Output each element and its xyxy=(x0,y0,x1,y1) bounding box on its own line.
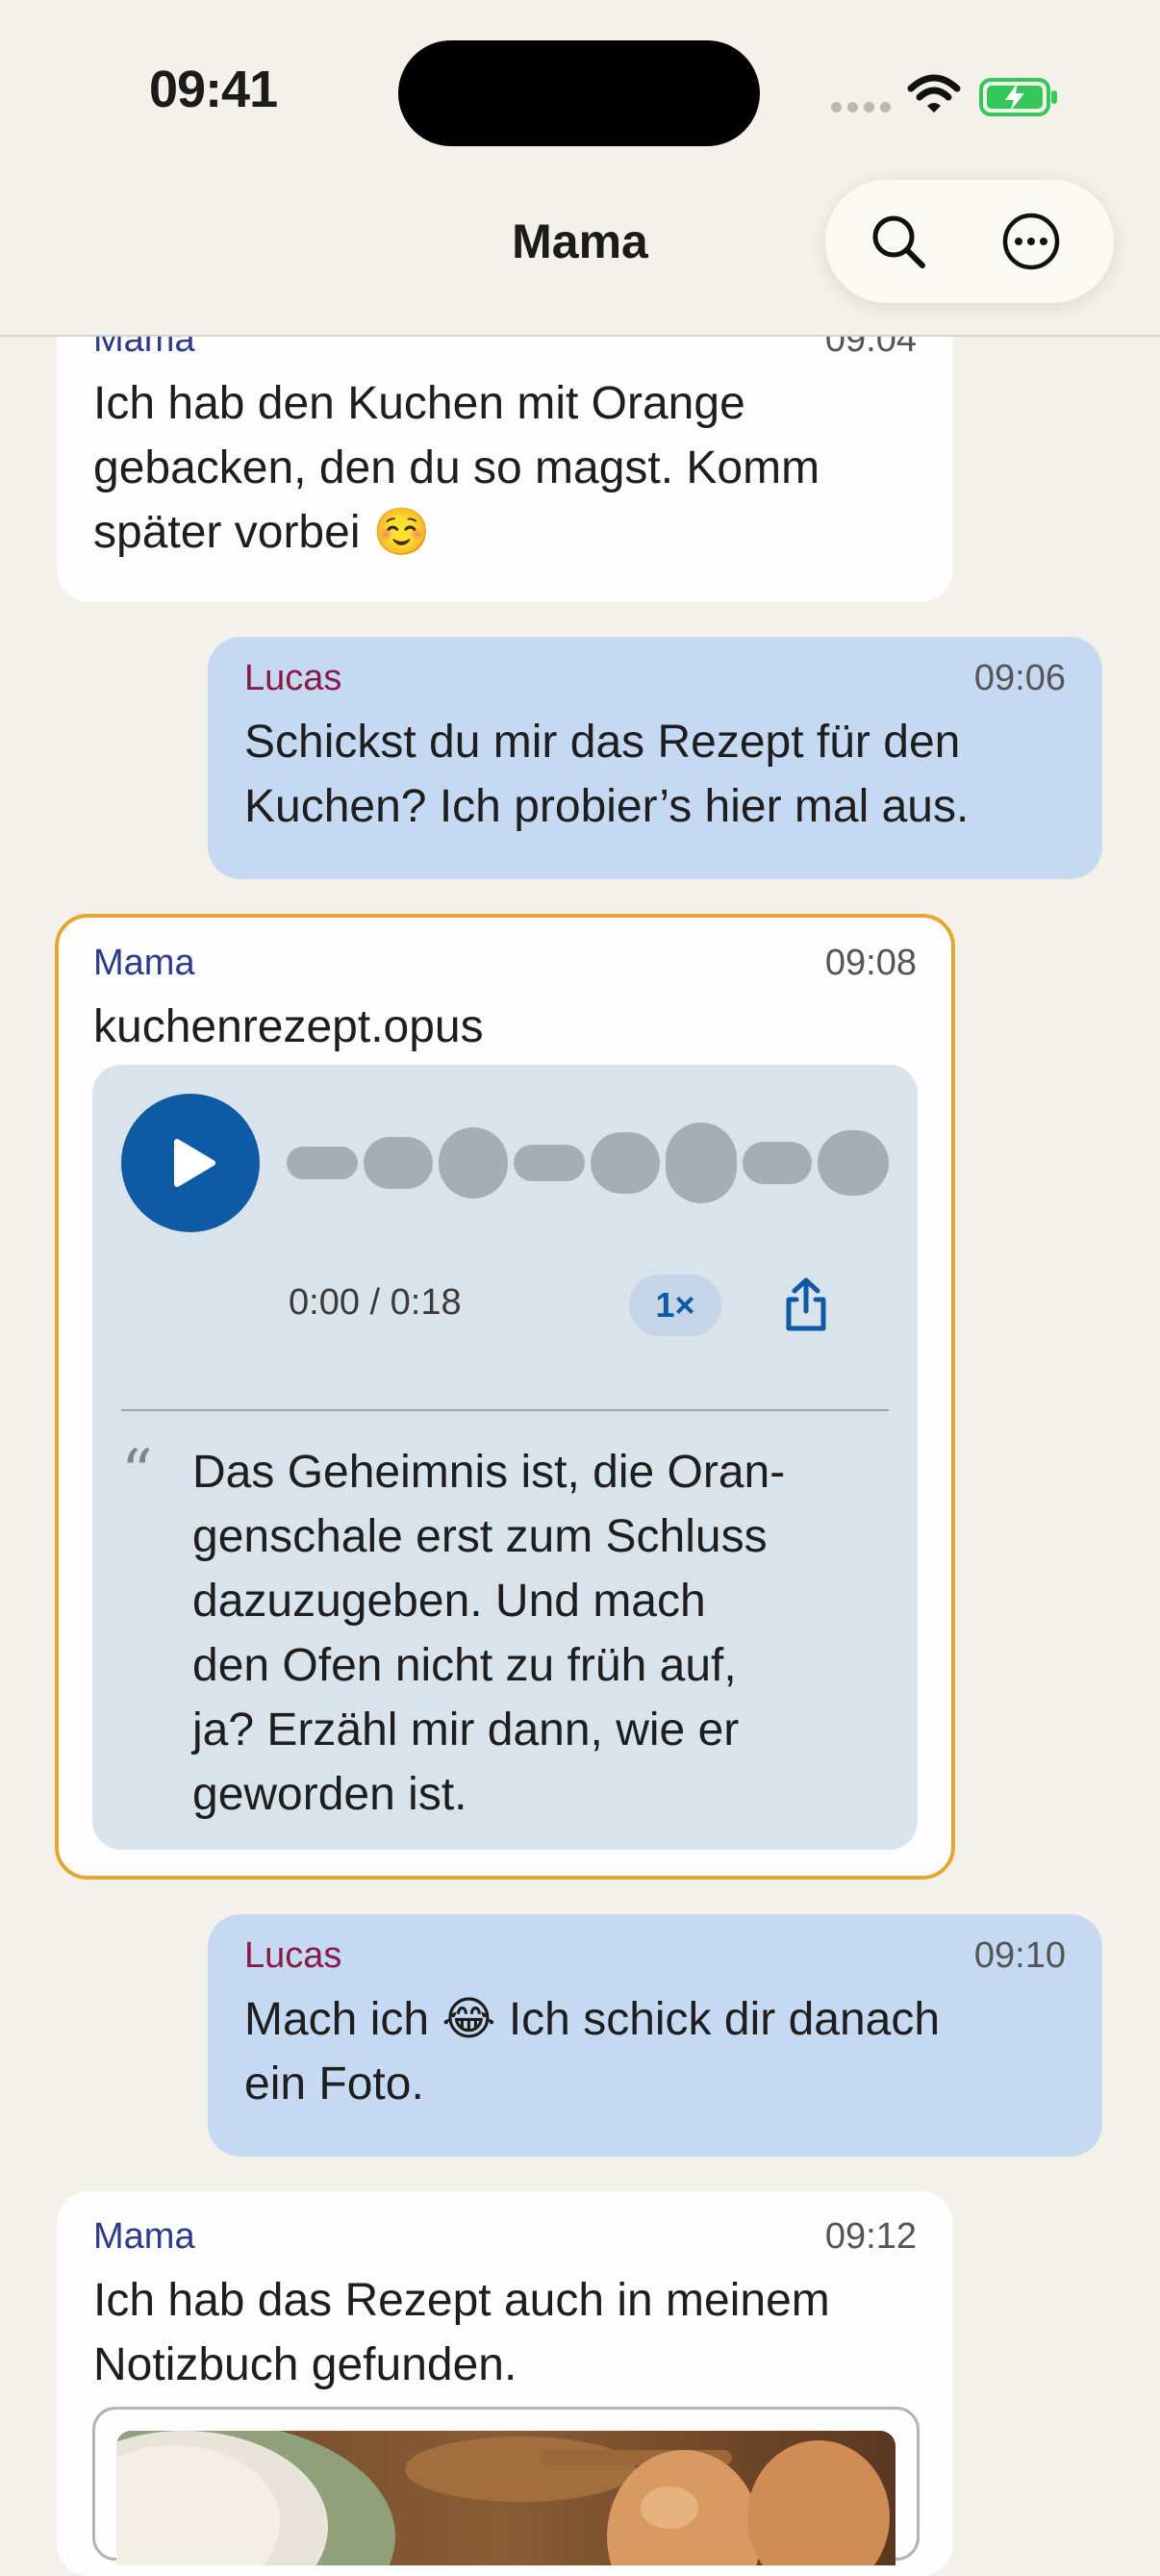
status-time: 09:41 xyxy=(149,61,278,118)
cellular-signal-icon xyxy=(831,102,891,113)
audio-filename: kuchenrezept.opus xyxy=(93,1001,484,1052)
message-line: Ich hab das Rezept auch in meinem xyxy=(93,2275,830,2326)
message-text: Schickst du mir das Rezept für den Kuche… xyxy=(244,710,969,839)
message-bubble-outgoing[interactable]: Lucas 09:10 Mach ich 😂 Ich schick dir da… xyxy=(208,1914,1102,2157)
transcript-line: geworden ist. xyxy=(192,1769,467,1820)
transcript-line: ja? Erzähl mir dann, wie er xyxy=(192,1705,740,1755)
message-line: später vorbei ☺️ xyxy=(93,507,431,558)
more-button[interactable] xyxy=(995,205,1068,278)
message-time: 09:08 xyxy=(824,943,917,983)
search-button[interactable] xyxy=(862,205,935,278)
message-bubble-outgoing[interactable]: Lucas 09:06 Schickst du mir das Rezept f… xyxy=(208,637,1102,879)
sender-name: Mama xyxy=(93,943,195,983)
photo-attachment[interactable] xyxy=(92,2407,920,2565)
header-actions xyxy=(825,180,1114,303)
dynamic-island xyxy=(398,40,760,146)
status-bar: 09:41 xyxy=(0,0,1160,183)
waveform-bar xyxy=(743,1142,812,1184)
message-time: 09:06 xyxy=(973,658,1066,698)
waveform-bar xyxy=(439,1127,508,1199)
battery-charging-icon xyxy=(979,77,1060,122)
search-icon xyxy=(872,215,925,268)
chat-area[interactable]: Mama 09:04 Ich hab den Kuchen mit Orange… xyxy=(0,0,1160,2576)
waveform-bar xyxy=(818,1130,889,1196)
sender-name: Lucas xyxy=(244,1935,342,1976)
voice-player: 0:00 / 0:18 1× “ Das Geheimnis ist, die … xyxy=(92,1065,918,1850)
audio-duration: 0:00 / 0:18 xyxy=(289,1282,462,1323)
share-button[interactable] xyxy=(775,1275,837,1341)
message-time: 09:12 xyxy=(824,2216,917,2257)
message-time: 09:10 xyxy=(973,1935,1066,1976)
message-line: gebacken, den du so magst. Komm xyxy=(93,442,820,493)
share-icon xyxy=(786,1277,826,1331)
transcript-line: den Ofen nicht zu früh auf, xyxy=(192,1640,737,1691)
chat-header: Mama xyxy=(0,180,1160,337)
waveform-bar xyxy=(666,1123,737,1203)
waveform-bar xyxy=(591,1132,660,1194)
transcript-line: genschale erst zum Schluss xyxy=(192,1511,768,1562)
message-line: ein Foto. xyxy=(244,2058,424,2109)
wifi-icon xyxy=(907,73,961,120)
play-button[interactable] xyxy=(121,1094,260,1232)
quote-icon: “ xyxy=(121,1437,153,1508)
photo-image xyxy=(116,2431,895,2565)
transcript-line: Das Geheimnis ist, die Oran- xyxy=(192,1447,786,1498)
waveform-bar xyxy=(514,1145,585,1181)
message-text: Ich hab den Kuchen mit Orange gebacken, … xyxy=(93,371,820,565)
message-text: Ich hab das Rezept auch in meinem Notizb… xyxy=(93,2268,830,2397)
sender-name: Lucas xyxy=(244,658,342,698)
play-icon xyxy=(174,1139,215,1187)
divider xyxy=(121,1409,889,1411)
message-text: Mach ich 😂 Ich schick dir danach ein Fot… xyxy=(244,1987,940,2116)
sender-name: Mama xyxy=(93,2216,195,2257)
message-line: Notizbuch gefunden. xyxy=(93,2339,517,2390)
waveform-bar xyxy=(364,1137,433,1189)
message-line: Mach ich 😂 Ich schick dir danach xyxy=(244,1994,941,2045)
transcript-line: dazuzugeben. Und mach xyxy=(192,1576,706,1627)
message-line: Kuchen? Ich probier’s hier mal aus. xyxy=(244,781,970,832)
transcript-text: Das Geheimnis ist, die Oran- genschale e… xyxy=(192,1440,866,1827)
message-line: Ich hab den Kuchen mit Orange xyxy=(93,378,745,429)
more-icon xyxy=(1002,213,1060,270)
message-line: Schickst du mir das Rezept für den xyxy=(244,717,961,768)
waveform-bar xyxy=(287,1147,358,1179)
playback-speed-button[interactable]: 1× xyxy=(629,1275,721,1336)
